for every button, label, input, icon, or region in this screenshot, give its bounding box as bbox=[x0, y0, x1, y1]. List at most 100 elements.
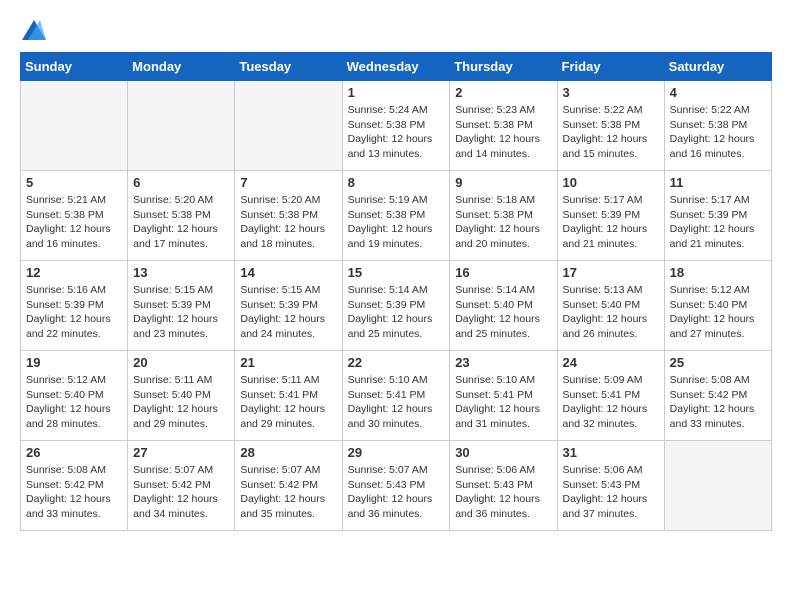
calendar-cell bbox=[21, 81, 128, 171]
day-info: Sunrise: 5:18 AM Sunset: 5:38 PM Dayligh… bbox=[455, 193, 551, 252]
weekday-header-wednesday: Wednesday bbox=[342, 53, 450, 81]
day-number: 29 bbox=[348, 445, 445, 460]
day-info: Sunrise: 5:14 AM Sunset: 5:40 PM Dayligh… bbox=[455, 283, 551, 342]
calendar-cell: 12Sunrise: 5:16 AM Sunset: 5:39 PM Dayli… bbox=[21, 261, 128, 351]
weekday-header-tuesday: Tuesday bbox=[235, 53, 342, 81]
week-row-5: 26 Sunrise: 5:08 AM Sunset: 5:42 PM Dayli… bbox=[21, 441, 772, 531]
day-number: 19 bbox=[26, 355, 122, 370]
day-number: 10 bbox=[563, 175, 659, 190]
day-info: Sunrise: 5:15 AM Sunset: 5:39 PM Dayligh… bbox=[133, 283, 229, 342]
weekday-header-monday: Monday bbox=[128, 53, 235, 81]
calendar-cell: 24 Sunrise: 5:09 AM Sunset: 5:41 PM Dayli… bbox=[557, 351, 664, 441]
day-info: Sunrise: 5:06 AM Sunset: 5:43 PM Dayligh… bbox=[563, 463, 659, 522]
day-number: 16 bbox=[455, 265, 551, 280]
calendar-cell: 18 Sunrise: 5:12 AM Sunset: 5:40 PM Dayli… bbox=[664, 261, 771, 351]
day-info: Sunrise: 5:11 AM Sunset: 5:41 PM Dayligh… bbox=[240, 373, 336, 432]
day-number: 3 bbox=[563, 85, 659, 100]
day-number: 9 bbox=[455, 175, 551, 190]
week-row-4: 19 Sunrise: 5:12 AM Sunset: 5:40 PM Dayli… bbox=[21, 351, 772, 441]
week-row-3: 12Sunrise: 5:16 AM Sunset: 5:39 PM Dayli… bbox=[21, 261, 772, 351]
day-number: 13 bbox=[133, 265, 229, 280]
day-number: 1 bbox=[348, 85, 445, 100]
calendar-cell: 14Sunrise: 5:15 AM Sunset: 5:39 PM Dayli… bbox=[235, 261, 342, 351]
day-info: Sunrise: 5:24 AM Sunset: 5:38 PM Dayligh… bbox=[348, 103, 445, 162]
day-number: 21 bbox=[240, 355, 336, 370]
calendar-cell: 6 Sunrise: 5:20 AM Sunset: 5:38 PM Daylig… bbox=[128, 171, 235, 261]
day-number: 28 bbox=[240, 445, 336, 460]
calendar-cell: 28 Sunrise: 5:07 AM Sunset: 5:42 PM Dayli… bbox=[235, 441, 342, 531]
day-number: 23 bbox=[455, 355, 551, 370]
calendar-cell bbox=[664, 441, 771, 531]
calendar-cell: 30 Sunrise: 5:06 AM Sunset: 5:43 PM Dayli… bbox=[450, 441, 557, 531]
weekday-header-row: SundayMondayTuesdayWednesdayThursdayFrid… bbox=[21, 53, 772, 81]
day-info: Sunrise: 5:10 AM Sunset: 5:41 PM Dayligh… bbox=[348, 373, 445, 432]
day-info: Sunrise: 5:16 AM Sunset: 5:39 PM Dayligh… bbox=[26, 283, 122, 342]
logo bbox=[20, 20, 46, 36]
day-number: 14 bbox=[240, 265, 336, 280]
day-number: 31 bbox=[563, 445, 659, 460]
day-info: Sunrise: 5:11 AM Sunset: 5:40 PM Dayligh… bbox=[133, 373, 229, 432]
day-info: Sunrise: 5:19 AM Sunset: 5:38 PM Dayligh… bbox=[348, 193, 445, 252]
day-info: Sunrise: 5:12 AM Sunset: 5:40 PM Dayligh… bbox=[670, 283, 766, 342]
day-number: 30 bbox=[455, 445, 551, 460]
calendar-cell: 25Sunrise: 5:08 AM Sunset: 5:42 PM Dayli… bbox=[664, 351, 771, 441]
day-info: Sunrise: 5:08 AM Sunset: 5:42 PM Dayligh… bbox=[26, 463, 122, 522]
day-info: Sunrise: 5:22 AM Sunset: 5:38 PM Dayligh… bbox=[563, 103, 659, 162]
calendar-cell bbox=[128, 81, 235, 171]
day-number: 20 bbox=[133, 355, 229, 370]
calendar-cell: 17 Sunrise: 5:13 AM Sunset: 5:40 PM Dayli… bbox=[557, 261, 664, 351]
day-info: Sunrise: 5:14 AM Sunset: 5:39 PM Dayligh… bbox=[348, 283, 445, 342]
day-info: Sunrise: 5:07 AM Sunset: 5:43 PM Dayligh… bbox=[348, 463, 445, 522]
day-number: 2 bbox=[455, 85, 551, 100]
calendar-cell: 2 Sunrise: 5:23 AM Sunset: 5:38 PM Daylig… bbox=[450, 81, 557, 171]
calendar-cell: 10 Sunrise: 5:17 AM Sunset: 5:39 PM Dayli… bbox=[557, 171, 664, 261]
weekday-header-thursday: Thursday bbox=[450, 53, 557, 81]
day-number: 4 bbox=[670, 85, 766, 100]
calendar-cell: 11 Sunrise: 5:17 AM Sunset: 5:39 PM Dayli… bbox=[664, 171, 771, 261]
calendar-cell: 5Sunrise: 5:21 AM Sunset: 5:38 PM Daylig… bbox=[21, 171, 128, 261]
day-number: 6 bbox=[133, 175, 229, 190]
calendar-cell: 27 Sunrise: 5:07 AM Sunset: 5:42 PM Dayli… bbox=[128, 441, 235, 531]
day-info: Sunrise: 5:23 AM Sunset: 5:38 PM Dayligh… bbox=[455, 103, 551, 162]
logo-icon bbox=[22, 20, 46, 40]
calendar-cell: 15Sunrise: 5:14 AM Sunset: 5:39 PM Dayli… bbox=[342, 261, 450, 351]
day-number: 27 bbox=[133, 445, 229, 460]
day-info: Sunrise: 5:07 AM Sunset: 5:42 PM Dayligh… bbox=[133, 463, 229, 522]
day-number: 8 bbox=[348, 175, 445, 190]
day-number: 24 bbox=[563, 355, 659, 370]
calendar-cell: 21 Sunrise: 5:11 AM Sunset: 5:41 PM Dayli… bbox=[235, 351, 342, 441]
day-info: Sunrise: 5:17 AM Sunset: 5:39 PM Dayligh… bbox=[563, 193, 659, 252]
weekday-header-sunday: Sunday bbox=[21, 53, 128, 81]
day-info: Sunrise: 5:20 AM Sunset: 5:38 PM Dayligh… bbox=[133, 193, 229, 252]
day-info: Sunrise: 5:10 AM Sunset: 5:41 PM Dayligh… bbox=[455, 373, 551, 432]
weekday-header-saturday: Saturday bbox=[664, 53, 771, 81]
week-row-1: 1 Sunrise: 5:24 AM Sunset: 5:38 PM Daylig… bbox=[21, 81, 772, 171]
calendar-cell: 29 Sunrise: 5:07 AM Sunset: 5:43 PM Dayli… bbox=[342, 441, 450, 531]
calendar-cell: 23 Sunrise: 5:10 AM Sunset: 5:41 PM Dayli… bbox=[450, 351, 557, 441]
day-info: Sunrise: 5:21 AM Sunset: 5:38 PM Dayligh… bbox=[26, 193, 122, 252]
week-row-2: 5Sunrise: 5:21 AM Sunset: 5:38 PM Daylig… bbox=[21, 171, 772, 261]
day-info: Sunrise: 5:06 AM Sunset: 5:43 PM Dayligh… bbox=[455, 463, 551, 522]
day-number: 22 bbox=[348, 355, 445, 370]
day-info: Sunrise: 5:12 AM Sunset: 5:40 PM Dayligh… bbox=[26, 373, 122, 432]
day-number: 7 bbox=[240, 175, 336, 190]
calendar-cell: 31 Sunrise: 5:06 AM Sunset: 5:43 PM Dayli… bbox=[557, 441, 664, 531]
day-number: 17 bbox=[563, 265, 659, 280]
calendar-table: SundayMondayTuesdayWednesdayThursdayFrid… bbox=[20, 52, 772, 531]
day-number: 26 bbox=[26, 445, 122, 460]
calendar-cell bbox=[235, 81, 342, 171]
calendar-cell: 22 Sunrise: 5:10 AM Sunset: 5:41 PM Dayli… bbox=[342, 351, 450, 441]
day-info: Sunrise: 5:09 AM Sunset: 5:41 PM Dayligh… bbox=[563, 373, 659, 432]
day-info: Sunrise: 5:17 AM Sunset: 5:39 PM Dayligh… bbox=[670, 193, 766, 252]
calendar-cell: 7 Sunrise: 5:20 AM Sunset: 5:38 PM Daylig… bbox=[235, 171, 342, 261]
day-info: Sunrise: 5:07 AM Sunset: 5:42 PM Dayligh… bbox=[240, 463, 336, 522]
calendar-cell: 16 Sunrise: 5:14 AM Sunset: 5:40 PM Dayli… bbox=[450, 261, 557, 351]
day-info: Sunrise: 5:08 AM Sunset: 5:42 PM Dayligh… bbox=[670, 373, 766, 432]
calendar-cell: 8 Sunrise: 5:19 AM Sunset: 5:38 PM Daylig… bbox=[342, 171, 450, 261]
calendar-cell: 9 Sunrise: 5:18 AM Sunset: 5:38 PM Daylig… bbox=[450, 171, 557, 261]
day-info: Sunrise: 5:20 AM Sunset: 5:38 PM Dayligh… bbox=[240, 193, 336, 252]
day-number: 11 bbox=[670, 175, 766, 190]
calendar-cell: 4Sunrise: 5:22 AM Sunset: 5:38 PM Daylig… bbox=[664, 81, 771, 171]
day-info: Sunrise: 5:13 AM Sunset: 5:40 PM Dayligh… bbox=[563, 283, 659, 342]
day-number: 18 bbox=[670, 265, 766, 280]
